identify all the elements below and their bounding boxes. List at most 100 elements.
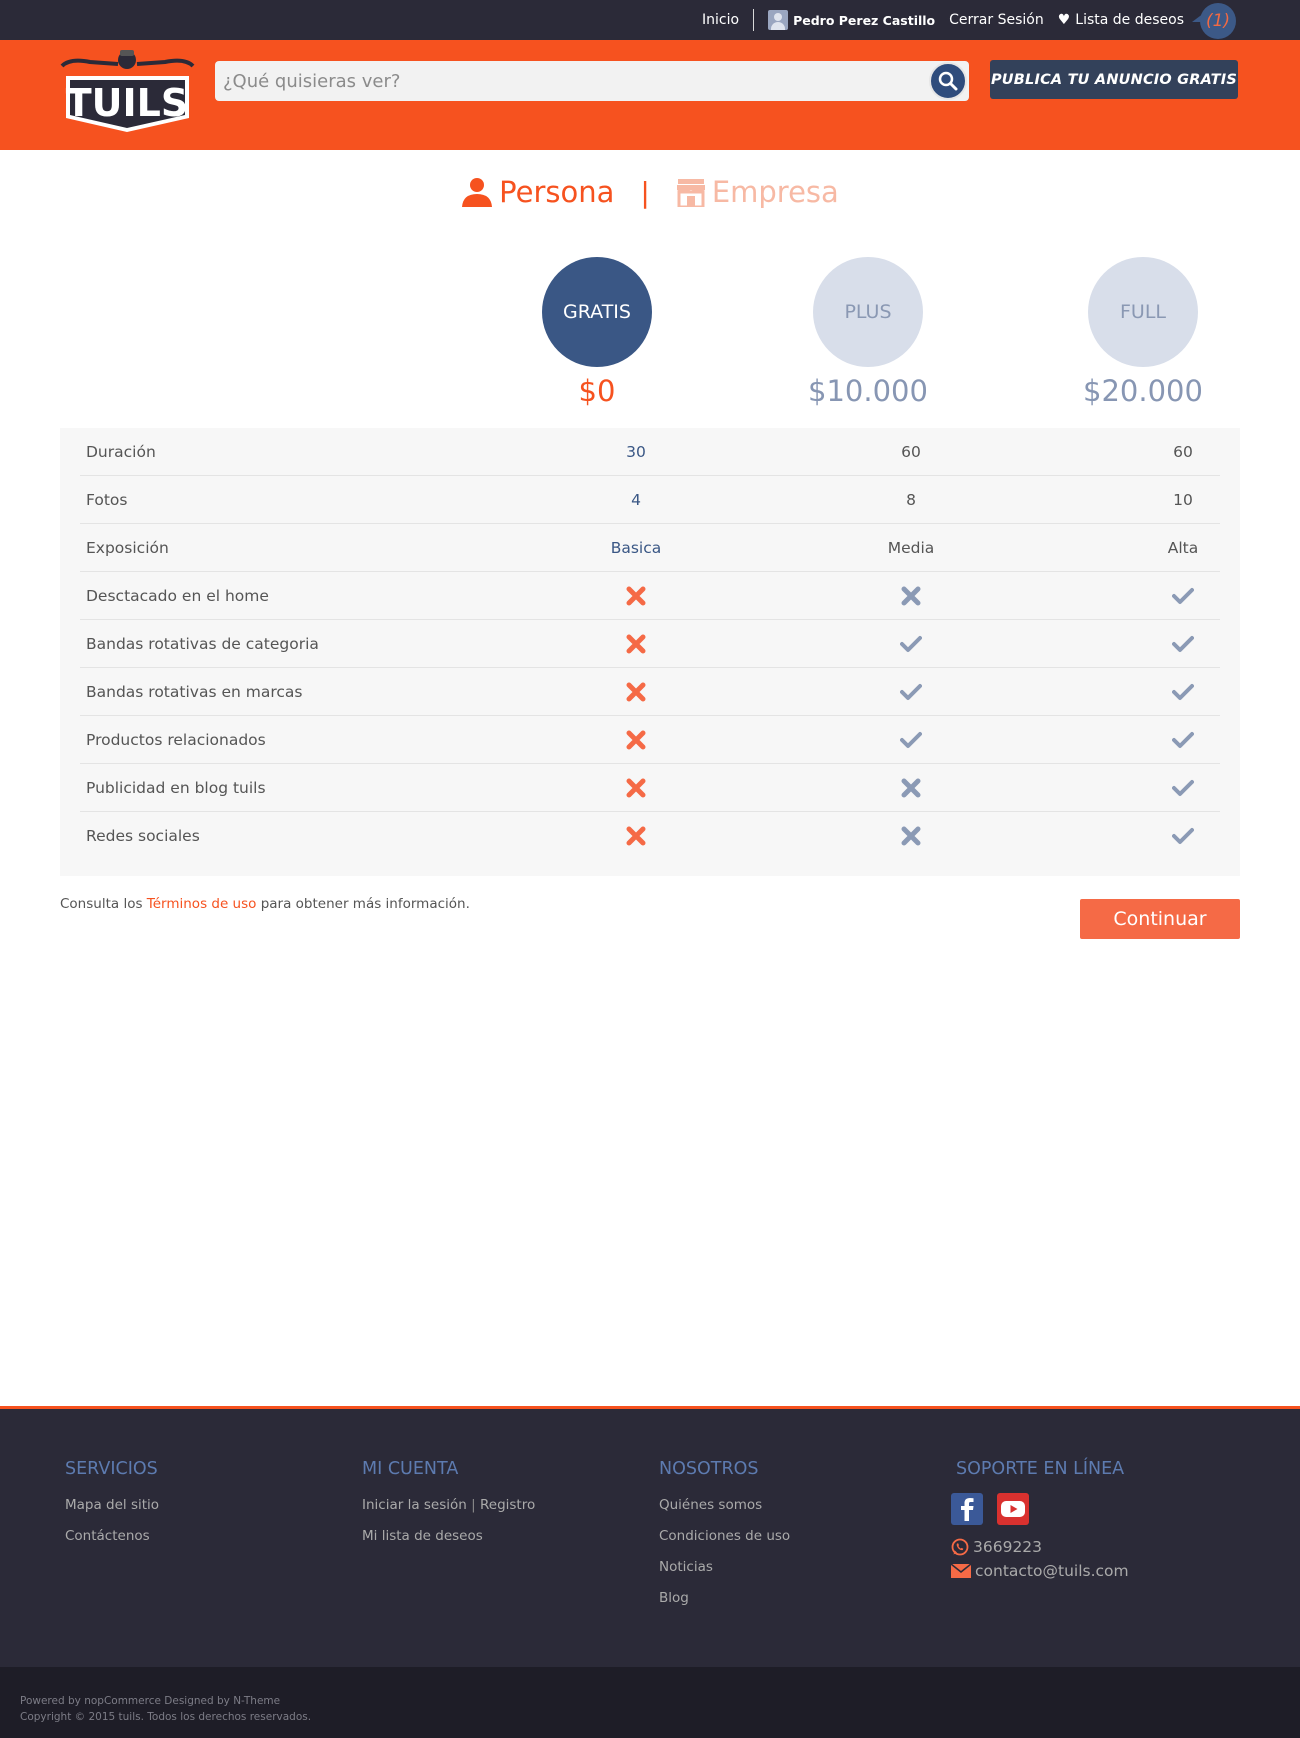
wishlist-label: Lista de deseos [1075,12,1184,28]
footer-link-register[interactable]: Registro [480,1497,535,1513]
facebook-link[interactable] [951,1493,983,1525]
table-row: Publicidad en blog tuils [80,764,1220,812]
facebook-icon [961,1498,974,1521]
logout-link[interactable]: Cerrar Sesión [949,12,1044,28]
search-bar [215,61,969,101]
feature-label: Bandas rotativas de categoria [86,635,319,653]
user-avatar-icon [768,10,789,30]
cross-icon [851,764,971,812]
check-icon [851,620,971,668]
feature-value: 30 [626,443,646,461]
plan-plus-price: $10.000 [808,374,928,408]
footer-soporte: SOPORTE EN LÍNEA 3669223 contacto@tuils.… [951,1459,1129,1583]
plan-full-circle: FULL [1088,257,1198,367]
powered-by: Powered by nopCommerce Designed by N-The… [20,1695,281,1707]
search-input[interactable] [221,61,921,101]
footer-link-sitemap[interactable]: Mapa del sitio [65,1497,159,1514]
feature-value: 60 [901,443,921,461]
cross-icon [576,764,696,812]
terms-prefix: Consulta los [60,896,147,912]
search-icon [938,71,958,91]
plan-full[interactable]: FULL $20.000 [1083,257,1203,408]
plan-gratis[interactable]: GRATIS $0 [542,257,652,408]
home-link[interactable]: Inicio [702,12,739,28]
check-icon [851,716,971,764]
tab-persona[interactable]: Persona [461,175,614,209]
whatsapp-icon [951,1538,969,1556]
user-account-link[interactable]: Pedro Perez Castillo [768,10,935,30]
feature-value: 60 [1173,443,1193,461]
footer: SERVICIOS Mapa del sitio Contáctenos MI … [0,1409,1300,1667]
check-icon [851,668,971,716]
terms-link[interactable]: Términos de uso [147,896,257,912]
check-icon [1123,572,1243,620]
top-nav: Inicio Pedro Perez Castillo Cerrar Sesió… [702,0,1300,40]
bottom-text: Powered by nopCommerce Designed by N-The… [20,1693,311,1725]
tab-persona-label: Persona [499,175,615,209]
cross-icon [576,620,696,668]
tab-empresa[interactable]: Empresa [676,175,839,209]
footer-link-contact[interactable]: Contáctenos [65,1528,159,1545]
wishlist-count: (1) [1200,3,1236,39]
feature-label: Desctacado en el home [86,587,269,605]
footer-link-wishlist[interactable]: Mi lista de deseos [362,1528,535,1545]
cross-icon [851,812,971,860]
wishlist-count-badge[interactable]: (1) [1192,1,1236,39]
tuils-logo[interactable]: TUILS [60,48,195,136]
check-icon [1123,668,1243,716]
envelope-icon [951,1564,971,1578]
table-row: Bandas rotativas de categoria [80,620,1220,668]
table-row: Exposición Basica Media Alta [80,524,1220,572]
footer-servicios: SERVICIOS Mapa del sitio Contáctenos [65,1459,159,1559]
cross-icon [851,572,971,620]
footer-login-register: Iniciar la sesión | Registro [362,1497,535,1514]
check-icon [1123,620,1243,668]
publish-ad-button[interactable]: PUBLICA TU ANUNCIO GRATIS [990,60,1238,99]
continue-button[interactable]: Continuar [1080,899,1240,939]
check-icon [1123,716,1243,764]
wishlist-link[interactable]: ♥ Lista de deseos [1058,12,1184,28]
email-contact[interactable]: contacto@tuils.com [951,1559,1129,1583]
footer-servicios-title: SERVICIOS [65,1459,158,1479]
feature-label: Duración [86,443,156,461]
feature-value: 8 [906,491,916,509]
plan-gratis-price: $0 [578,374,616,408]
tab-empresa-label: Empresa [711,175,839,209]
table-row: Bandas rotativas en marcas [80,668,1220,716]
main-header: TUILS PUBLICA TU ANUNCIO GRATIS [0,40,1300,150]
feature-label: Bandas rotativas en marcas [86,683,303,701]
terms-suffix: para obtener más información. [256,896,470,912]
logo-graphic: TUILS [60,50,195,132]
plan-gratis-circle: GRATIS [542,257,652,367]
user-name: Pedro Perez Castillo [793,12,936,28]
plan-full-price: $20.000 [1083,374,1203,408]
phone-contact: 3669223 [951,1535,1129,1559]
plan-comparison-table: Duración 30 60 60 Fotos 4 8 10 Exposición Basica M… [60,428,1240,876]
footer-link-conditions[interactable]: Condiciones de uso [659,1528,790,1545]
top-bar: Inicio Pedro Perez Castillo Cerrar Sesió… [0,0,1300,40]
footer-nosotros-title: NOSOTROS [659,1459,759,1479]
cross-icon [576,716,696,764]
footer-link-about[interactable]: Quiénes somos [659,1497,790,1514]
plan-plus-circle: PLUS [813,257,923,367]
feature-label: Exposición [86,539,169,557]
footer-link-news[interactable]: Noticias [659,1559,790,1576]
phone-number: 3669223 [973,1538,1043,1556]
bottom-bar: Powered by nopCommerce Designed by N-The… [0,1667,1300,1738]
footer-link-blog[interactable]: Blog [659,1590,790,1607]
youtube-link[interactable] [997,1493,1029,1525]
footer-link-login[interactable]: Iniciar la sesión [362,1497,467,1513]
check-icon [1123,764,1243,812]
feature-value: Alta [1167,539,1199,557]
footer-cuenta: MI CUENTA Iniciar la sesión | Registro M… [362,1459,535,1559]
heart-icon: ♥ [1057,12,1071,28]
footer-soporte-title: SOPORTE EN LÍNEA [956,1459,1125,1479]
feature-value: 10 [1173,491,1193,509]
search-button[interactable] [929,62,967,100]
table-row: Duración 30 60 60 [80,428,1220,476]
plan-plus[interactable]: PLUS $10.000 [808,257,928,408]
email-address: contacto@tuils.com [975,1562,1129,1580]
table-row: Productos relacionados [80,716,1220,764]
table-row: Redes sociales [80,812,1220,860]
logo-text: TUILS [66,81,189,125]
